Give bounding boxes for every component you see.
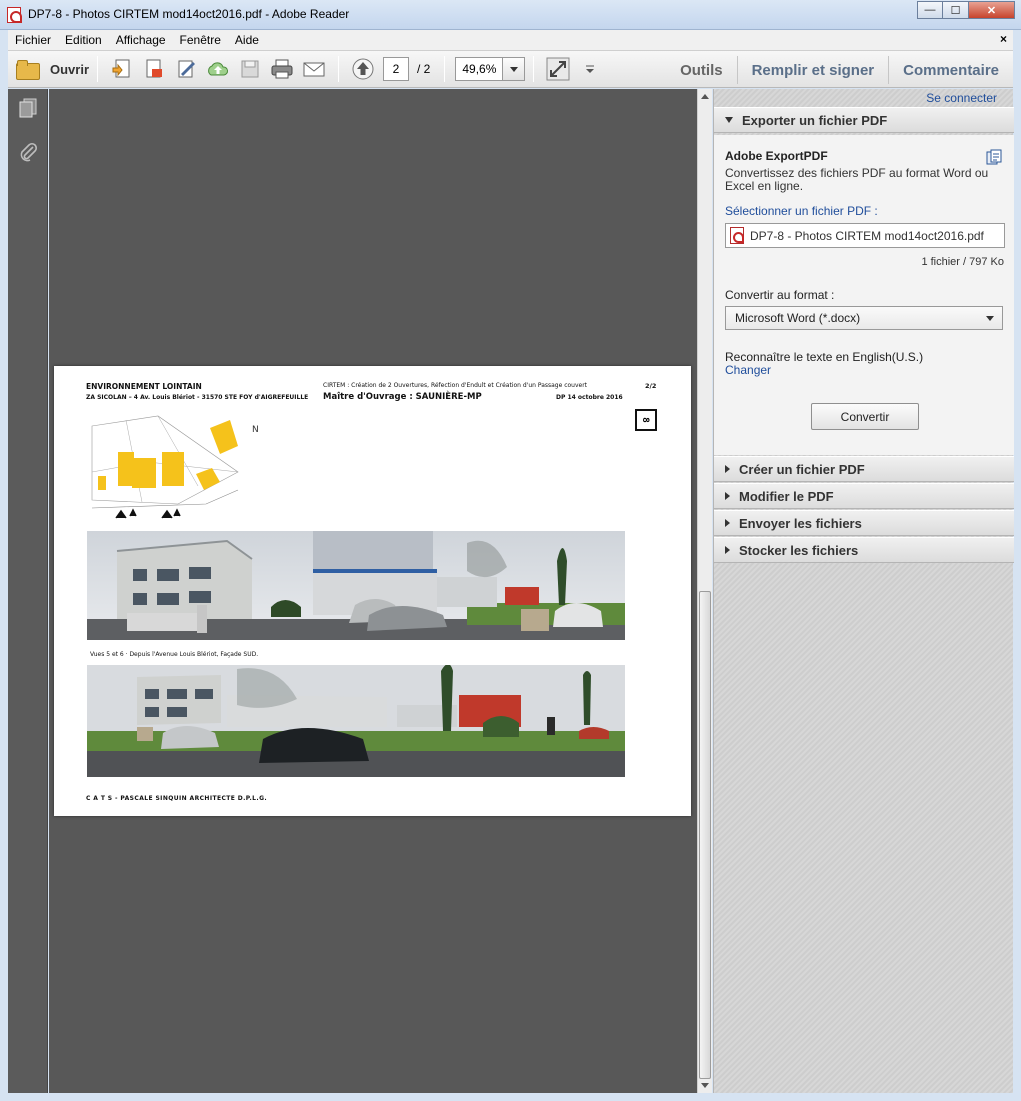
adobe-reader-icon bbox=[7, 7, 22, 23]
toolbar-separator bbox=[444, 56, 446, 82]
triangle-right-icon bbox=[725, 519, 730, 527]
panorama-photo-views-5-6 bbox=[87, 531, 625, 640]
open-label: Ouvrir bbox=[50, 61, 90, 77]
tools-panel: Se connecter Exporter un fichier PDF Ado… bbox=[713, 89, 1014, 1093]
print-icon[interactable] bbox=[270, 57, 294, 81]
change-language-link[interactable]: Changer bbox=[725, 363, 771, 377]
triangle-right-icon bbox=[725, 546, 730, 554]
format-select-value: Microsoft Word (*.docx) bbox=[735, 311, 861, 325]
menu-bar: Fichier Edition Affichage Fenêtre Aide × bbox=[8, 30, 1013, 50]
tools-link[interactable]: Outils bbox=[666, 62, 737, 79]
menu-aide[interactable]: Aide bbox=[228, 33, 266, 47]
exportpdf-description: Convertissez des fichiers PDF au format … bbox=[725, 166, 989, 193]
save-icon[interactable] bbox=[238, 57, 262, 81]
menu-edition[interactable]: Edition bbox=[58, 33, 109, 47]
sign-in-link[interactable]: Se connecter bbox=[926, 91, 997, 105]
email-icon[interactable] bbox=[302, 57, 326, 81]
export-pdf-section-header[interactable]: Exporter un fichier PDF bbox=[714, 107, 1014, 133]
create-pdf-icon[interactable] bbox=[110, 57, 134, 81]
triangle-right-icon bbox=[725, 465, 730, 473]
edit-pdf-section-header[interactable]: Modifier le PDF bbox=[714, 483, 1014, 509]
toolbar-options-icon[interactable] bbox=[578, 57, 602, 81]
window-title: DP7-8 - Photos CIRTEM mod14oct2016.pdf -… bbox=[28, 7, 350, 21]
photo-caption: Vues 5 et 6 · Depuis l'Avenue Louis Blér… bbox=[90, 651, 259, 658]
title-bar: DP7-8 - Photos CIRTEM mod14oct2016.pdf -… bbox=[0, 0, 1021, 30]
scroll-up-arrow-icon[interactable] bbox=[701, 94, 709, 99]
pdf-page: ENVIRONNEMENT LOINTAIN ZA SICOLAN – 4 Av… bbox=[54, 366, 691, 816]
create-pdf-section-header[interactable]: Créer un fichier PDF bbox=[714, 456, 1014, 482]
page-header-project: CIRTEM : Création de 2 Ouvertures, Réfec… bbox=[323, 382, 588, 389]
pages-thumbnails-icon[interactable] bbox=[17, 97, 39, 119]
triangle-down-icon bbox=[725, 117, 733, 123]
attachments-paperclip-icon[interactable] bbox=[17, 141, 39, 163]
page-header-address: ZA SICOLAN – 4 Av. Louis Blériot - 31570… bbox=[86, 394, 309, 401]
menu-affichage[interactable]: Affichage bbox=[109, 33, 173, 47]
section-label: Envoyer les fichiers bbox=[739, 515, 862, 531]
navigation-pane bbox=[8, 89, 48, 1093]
window-controls: — ☐ ✕ bbox=[917, 1, 1015, 19]
exportpdf-service-icon[interactable] bbox=[986, 149, 1002, 165]
zoom-dropdown-button[interactable] bbox=[503, 57, 526, 81]
chevron-down-icon bbox=[509, 66, 518, 72]
page-header-page-count: 2/2 bbox=[645, 382, 657, 390]
close-document-button[interactable]: × bbox=[1000, 32, 1007, 46]
svg-text:N: N bbox=[252, 425, 259, 435]
close-window-button[interactable]: ✕ bbox=[969, 1, 1015, 19]
convert-button[interactable]: Convertir bbox=[811, 403, 919, 430]
export-pdf-panel: Adobe ExportPDF Convertissez des fichier… bbox=[714, 135, 1014, 455]
menu-fichier[interactable]: Fichier bbox=[8, 33, 58, 47]
send-files-section-header[interactable]: Envoyer les fichiers bbox=[714, 510, 1014, 536]
page-header-owner: Maître d'Ouvrage : SAUNIÈRE-MP bbox=[323, 392, 482, 402]
page-number-input[interactable]: 2 bbox=[383, 57, 410, 81]
store-files-section-header[interactable]: Stocker les fichiers bbox=[714, 537, 1014, 563]
scroll-down-arrow-icon[interactable] bbox=[701, 1083, 709, 1088]
page-total: / 2 bbox=[417, 62, 431, 76]
sign-icon[interactable] bbox=[174, 57, 198, 81]
site-plan-map: N bbox=[88, 412, 260, 528]
triangle-right-icon bbox=[725, 492, 730, 500]
section-label: Stocker les fichiers bbox=[739, 542, 859, 558]
toolbar-separator bbox=[97, 56, 99, 82]
section-label: Modifier le PDF bbox=[739, 488, 834, 504]
minimize-button[interactable]: — bbox=[917, 1, 943, 19]
page-footer: C A T S - PASCALE SINQUIN ARCHITECTE D.P… bbox=[86, 795, 268, 802]
open-button[interactable]: Ouvrir bbox=[16, 60, 90, 80]
export-pdf-header-label: Exporter un fichier PDF bbox=[742, 112, 888, 128]
exportpdf-title: Adobe ExportPDF bbox=[725, 149, 828, 163]
comment-link[interactable]: Commentaire bbox=[889, 62, 1013, 79]
folder-icon bbox=[16, 60, 40, 80]
previous-page-icon[interactable] bbox=[351, 57, 375, 81]
document-scrollbar[interactable] bbox=[697, 89, 712, 1093]
file-count-size: 1 fichier / 797 Ko bbox=[921, 256, 1004, 268]
section-label: Créer un fichier PDF bbox=[739, 461, 865, 477]
fullscreen-icon[interactable] bbox=[546, 57, 570, 81]
selected-file-field[interactable]: DP7-8 - Photos CIRTEM mod14oct2016.pdf bbox=[725, 223, 1005, 248]
page-header-title: ENVIRONNEMENT LOINTAIN bbox=[86, 382, 202, 391]
menu-fenetre[interactable]: Fenêtre bbox=[173, 33, 228, 47]
zoom-input[interactable]: 49,6% bbox=[455, 57, 504, 81]
toolbar-separator bbox=[533, 56, 535, 82]
selected-file-name: DP7-8 - Photos CIRTEM mod14oct2016.pdf bbox=[750, 228, 984, 243]
page-number-box: 8 bbox=[635, 409, 657, 431]
ocr-language-text: Reconnaître le texte en English(U.S.) bbox=[725, 350, 924, 364]
main-toolbar: Ouvrir 2 / 2 49,6% Outils Remplir et sig… bbox=[8, 50, 1013, 88]
toolbar-separator bbox=[338, 56, 340, 82]
format-select[interactable]: Microsoft Word (*.docx) bbox=[725, 306, 1003, 330]
fill-sign-link[interactable]: Remplir et signer bbox=[738, 62, 889, 79]
panorama-photo-street bbox=[87, 665, 625, 777]
scrollbar-thumb[interactable] bbox=[699, 591, 711, 1079]
convert-format-label: Convertir au format : bbox=[725, 288, 835, 302]
upload-cloud-icon[interactable] bbox=[206, 57, 230, 81]
pdf-file-icon bbox=[730, 227, 744, 244]
zoom-control: 49,6% bbox=[455, 57, 526, 81]
page-header-date: DP 14 octobre 2016 bbox=[556, 394, 623, 401]
chevron-down-icon bbox=[986, 316, 994, 321]
toolbar-right-links: Outils Remplir et signer Commentaire bbox=[666, 51, 1013, 89]
select-pdf-label: Sélectionner un fichier PDF : bbox=[725, 204, 878, 218]
maximize-button[interactable]: ☐ bbox=[943, 1, 969, 19]
edit-pdf-icon[interactable] bbox=[142, 57, 166, 81]
